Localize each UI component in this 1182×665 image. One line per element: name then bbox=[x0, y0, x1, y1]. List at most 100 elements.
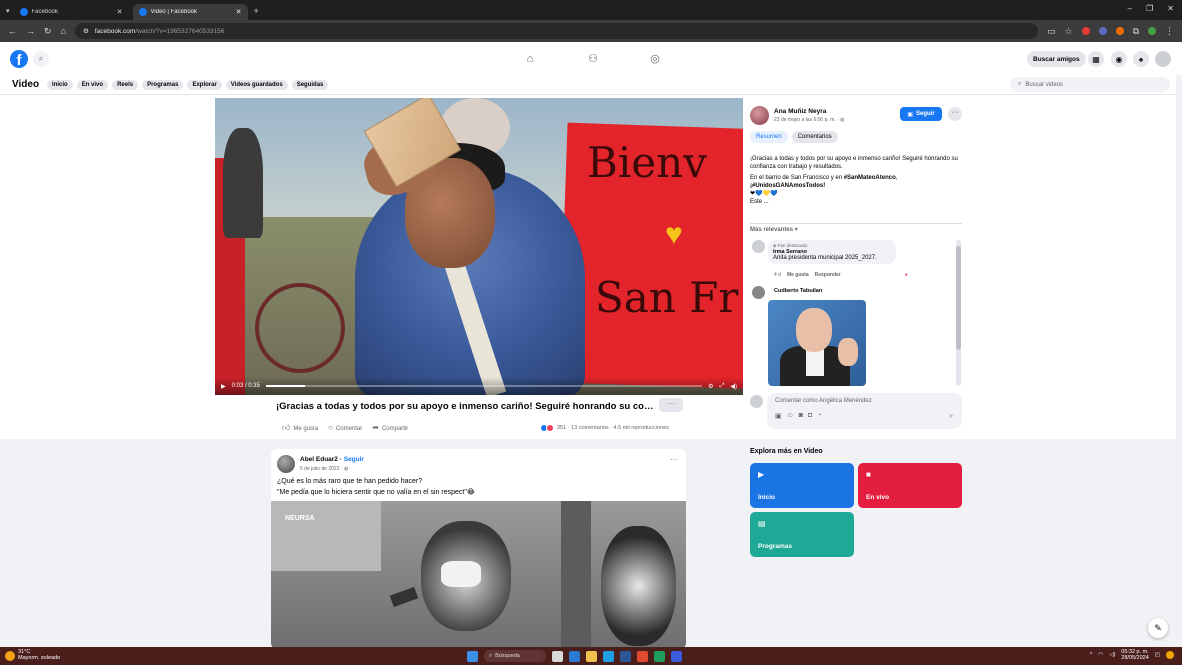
extension-icon[interactable] bbox=[1081, 27, 1090, 35]
hashtag-unidos[interactable]: ¡#UnidosGANAmosTodos! bbox=[750, 183, 825, 189]
comment-input[interactable]: Comentar como Angélica Menéndez ▣ ☺ ◙ ◘ … bbox=[767, 393, 962, 429]
new-message-button[interactable]: ✎ bbox=[1148, 618, 1168, 638]
menu-grid-icon[interactable]: ▦ bbox=[1088, 51, 1104, 67]
play-icon[interactable]: ▶ bbox=[221, 383, 226, 390]
subnav-pill-en-vivo[interactable]: En vivo bbox=[76, 79, 109, 90]
extension-icon[interactable] bbox=[1098, 27, 1107, 35]
comment-reply-link[interactable]: Responder bbox=[815, 272, 841, 278]
author-avatar[interactable] bbox=[750, 106, 769, 125]
card-follow-link[interactable]: Seguir bbox=[344, 456, 364, 463]
groups-nav-icon[interactable]: ◎ bbox=[648, 52, 662, 66]
send-icon[interactable]: ➤ bbox=[948, 412, 954, 420]
tab-comentarios[interactable]: Comentarios bbox=[791, 131, 838, 143]
taskbar-search[interactable]: ⌕ Búsqueda bbox=[484, 650, 546, 662]
see-more-link[interactable]: Este ... bbox=[750, 199, 769, 205]
video-more-button[interactable]: ··· bbox=[659, 398, 683, 412]
friends-nav-icon[interactable]: ⚇ bbox=[586, 52, 600, 66]
settings-gear-icon[interactable]: ⚙ bbox=[708, 383, 713, 390]
find-friends-button[interactable]: Buscar amigos bbox=[1027, 51, 1086, 67]
explore-tile-en-vivo[interactable]: ■ En vivo bbox=[858, 463, 962, 508]
site-info-icon[interactable]: ⚙ bbox=[83, 27, 89, 35]
hashtag-link[interactable]: #SanMateoAtenco bbox=[844, 175, 896, 181]
reload-icon[interactable]: ↻ bbox=[44, 26, 52, 37]
account-avatar[interactable] bbox=[1155, 51, 1171, 67]
subnav-pill-programas[interactable]: Programas bbox=[142, 79, 184, 90]
subnav-pill-explorar[interactable]: Explorar bbox=[187, 79, 222, 90]
close-tab-icon[interactable]: ✕ bbox=[117, 8, 123, 16]
tab-resumen[interactable]: Resumen bbox=[750, 131, 788, 143]
explore-tile-inicio[interactable]: ▶ Inicio bbox=[750, 463, 854, 508]
facebook-logo-icon[interactable]: f bbox=[10, 50, 28, 68]
emoji-icon[interactable]: ☺ bbox=[787, 412, 794, 420]
gif-icon[interactable]: ◘ bbox=[808, 412, 812, 420]
windows-start-icon[interactable] bbox=[467, 650, 478, 662]
comment-author[interactable]: Cudberto Tabuilan bbox=[774, 288, 822, 294]
notifications-bell-icon[interactable]: ♠ bbox=[1133, 51, 1149, 67]
edge-icon[interactable] bbox=[603, 650, 614, 662]
subnav-pill-videos-guardados[interactable]: Videos guardados bbox=[225, 79, 288, 90]
chrome-icon[interactable] bbox=[637, 650, 648, 662]
tray-chevron-icon[interactable]: ^ bbox=[1090, 652, 1093, 658]
comments-scrollbar[interactable] bbox=[956, 240, 961, 386]
subnav-pill-seguidas[interactable]: Seguidas bbox=[291, 79, 329, 90]
card-author-avatar[interactable] bbox=[277, 455, 295, 473]
cast-icon[interactable]: ▭ bbox=[1047, 26, 1056, 37]
browser-tab-video[interactable]: Video | Facebook ✕ bbox=[132, 4, 248, 20]
page-scrollbar[interactable] bbox=[1176, 75, 1182, 645]
subnav-pill-reels[interactable]: Reels bbox=[112, 79, 139, 90]
sticker-icon[interactable]: ▣ bbox=[775, 412, 782, 420]
file-explorer-icon[interactable] bbox=[586, 650, 597, 662]
video-player[interactable]: Bienv ♥ San Fr ▶ 0:03 / 0:35 ⚙ ⤢ ◀) bbox=[215, 98, 743, 395]
profile-avatar-icon[interactable] bbox=[1148, 27, 1156, 35]
comment-gif[interactable] bbox=[768, 300, 866, 386]
comment-button[interactable]: ○ Comentar bbox=[328, 423, 362, 433]
explore-tile-programas[interactable]: ▤ Programas bbox=[750, 512, 854, 557]
tab-search-icon[interactable]: ▾ bbox=[6, 7, 10, 15]
task-view-icon[interactable] bbox=[569, 650, 580, 662]
extensions-puzzle-icon[interactable]: ⧉ bbox=[1133, 26, 1139, 37]
card-video-thumbnail[interactable]: NEURSA bbox=[271, 501, 686, 649]
browser-menu-icon[interactable]: ⋮ bbox=[1165, 26, 1174, 37]
camera-icon[interactable]: ◙ bbox=[799, 412, 803, 420]
app-icon[interactable] bbox=[654, 650, 665, 662]
video-stats[interactable]: 351 · 13 comentarios · 4.5 mil reproducc… bbox=[540, 424, 669, 432]
clock[interactable]: 05:32 p. m. 28/05/2024 bbox=[1121, 649, 1149, 661]
volume-icon[interactable]: ◀) bbox=[730, 383, 737, 390]
browser-tab-facebook[interactable]: Facebook ✕ bbox=[14, 4, 129, 20]
card-more-icon[interactable]: ··· bbox=[670, 455, 678, 464]
volume-icon[interactable]: ◁) bbox=[1109, 652, 1115, 658]
share-button[interactable]: ➦ Compartir bbox=[372, 423, 408, 433]
post-author[interactable]: Ana Muñiz Neyra bbox=[774, 108, 826, 115]
back-icon[interactable]: ← bbox=[8, 26, 17, 36]
comment-like-link[interactable]: Me gusta bbox=[787, 272, 809, 278]
weather-icon[interactable] bbox=[5, 651, 15, 661]
store-icon[interactable] bbox=[620, 650, 631, 662]
widgets-icon[interactable] bbox=[552, 650, 563, 662]
app-icon[interactable] bbox=[671, 650, 682, 662]
home-nav-icon[interactable]: ⌂ bbox=[523, 52, 537, 66]
extension-icon[interactable] bbox=[1115, 27, 1124, 35]
fullscreen-icon[interactable]: ⤢ bbox=[720, 383, 725, 390]
search-icon[interactable]: ⌕ bbox=[33, 51, 49, 67]
close-tab-icon[interactable]: ✕ bbox=[236, 8, 242, 16]
minimize-icon[interactable]: – bbox=[1128, 4, 1132, 13]
commenter-avatar[interactable] bbox=[752, 286, 765, 299]
close-window-icon[interactable]: ✕ bbox=[1167, 4, 1174, 13]
comment-sort-dropdown[interactable]: Más relevantes ▾ bbox=[750, 226, 798, 233]
home-icon[interactable]: ⌂ bbox=[61, 26, 66, 36]
weather-widget[interactable]: 31°C Mayorm. soleado bbox=[18, 649, 60, 661]
restore-icon[interactable]: ❐ bbox=[1146, 4, 1153, 13]
new-tab-icon[interactable]: + bbox=[254, 6, 259, 16]
card-author[interactable]: Abel Eduar2 bbox=[300, 456, 338, 463]
sticker-smile-icon[interactable]: ◔ bbox=[817, 412, 821, 420]
video-search-input[interactable]: ⌕ Buscar videos bbox=[1010, 77, 1170, 92]
address-bar[interactable]: ⚙ facebook.com/watch/?v=1965327640533156 bbox=[74, 23, 1038, 39]
forward-icon[interactable]: → bbox=[26, 26, 35, 36]
notification-icon[interactable]: ◰ bbox=[1155, 652, 1160, 658]
commenter-avatar[interactable] bbox=[752, 240, 765, 253]
follow-button[interactable]: ▣ Seguir bbox=[900, 107, 942, 121]
messenger-icon[interactable]: ◉ bbox=[1111, 51, 1127, 67]
copilot-icon[interactable] bbox=[1166, 651, 1174, 659]
bookmark-star-icon[interactable]: ☆ bbox=[1064, 26, 1072, 37]
video-progress-bar[interactable] bbox=[265, 385, 703, 387]
